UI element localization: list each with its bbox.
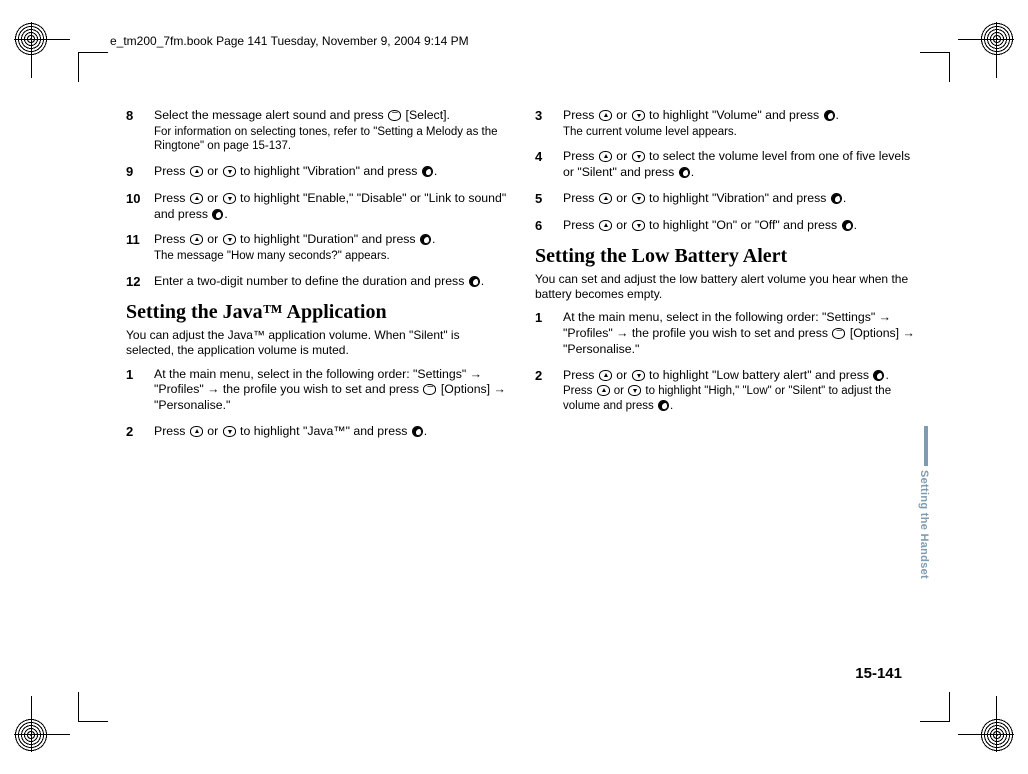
step-number: 8 xyxy=(126,108,154,154)
step-10: 10 Press or to highlight "Enable," "Disa… xyxy=(126,191,507,222)
manual-page: e_tm200_7fm.book Page 141 Tuesday, Novem… xyxy=(0,0,1028,774)
step-number: 1 xyxy=(535,310,563,357)
center-key-icon xyxy=(412,426,423,437)
step-11: 11 Press or to highlight "Duration" and … xyxy=(126,232,507,263)
up-key-icon xyxy=(190,166,203,177)
right-column: 3 Press or to highlight "Volume" and pre… xyxy=(535,108,916,668)
down-key-icon xyxy=(632,193,645,204)
crop-mark-icon xyxy=(78,692,108,722)
step-body: Press or to highlight "Vibration" and pr… xyxy=(154,164,507,181)
down-key-icon xyxy=(628,385,641,396)
step-body: Press or to highlight "On" or "Off" and … xyxy=(563,218,916,235)
down-key-icon xyxy=(223,166,236,177)
step-number: 6 xyxy=(535,218,563,235)
step-body: Press or to highlight "Java™" and press … xyxy=(154,424,507,441)
step-12: 12 Enter a two-digit number to define th… xyxy=(126,274,507,291)
step-5: 5 Press or to highlight "Vibration" and … xyxy=(535,191,916,208)
step-8: 8 Select the message alert sound and pre… xyxy=(126,108,507,154)
step-body: Press or to highlight "Vibration" and pr… xyxy=(563,191,916,208)
section-heading-low-battery: Setting the Low Battery Alert xyxy=(535,244,916,270)
page-content: 8 Select the message alert sound and pre… xyxy=(126,108,916,668)
center-key-icon xyxy=(469,276,480,287)
step-2: 2 Press or to highlight "Java™" and pres… xyxy=(126,424,507,441)
up-key-icon xyxy=(190,426,203,437)
crop-mark-icon xyxy=(920,692,950,722)
step-number: 1 xyxy=(126,367,154,414)
center-key-icon xyxy=(420,234,431,245)
up-key-icon xyxy=(190,234,203,245)
down-key-icon xyxy=(632,110,645,121)
section-heading-java: Setting the Java™ Application xyxy=(126,300,507,326)
side-tab-label: Setting the Handset xyxy=(918,470,930,579)
crop-mark-icon xyxy=(920,52,950,82)
step-body: Press or to select the volume level from… xyxy=(563,149,916,180)
step-number: 5 xyxy=(535,191,563,208)
down-key-icon xyxy=(632,220,645,231)
step-1: 1 At the main menu, select in the follow… xyxy=(535,310,916,357)
step-2: 2 Press or to highlight "Low battery ale… xyxy=(535,368,916,414)
registration-mark-icon xyxy=(958,696,1014,752)
step-body: At the main menu, select in the followin… xyxy=(563,310,916,357)
center-key-icon xyxy=(842,220,853,231)
up-key-icon xyxy=(599,151,612,162)
crop-mark-icon xyxy=(78,52,108,82)
center-key-icon xyxy=(658,400,669,411)
center-key-icon xyxy=(212,209,223,220)
step-body: Press or to highlight "Duration" and pre… xyxy=(154,232,507,263)
section-intro: You can adjust the Java™ application vol… xyxy=(126,328,507,359)
up-key-icon xyxy=(190,193,203,204)
step-note: Press or to highlight "High," "Low" or "… xyxy=(563,384,916,413)
up-key-icon xyxy=(599,220,612,231)
step-number: 9 xyxy=(126,164,154,181)
down-key-icon xyxy=(223,234,236,245)
section-side-tab: Setting the Handset xyxy=(914,426,928,606)
down-key-icon xyxy=(632,151,645,162)
center-key-icon xyxy=(873,370,884,381)
step-body: Select the message alert sound and press… xyxy=(154,108,507,154)
registration-mark-icon xyxy=(958,22,1014,78)
step-note: For information on selecting tones, refe… xyxy=(154,125,507,154)
document-header: e_tm200_7fm.book Page 141 Tuesday, Novem… xyxy=(110,28,918,52)
step-body: Press or to highlight "Low battery alert… xyxy=(563,368,916,414)
down-key-icon xyxy=(223,193,236,204)
softkey-icon xyxy=(832,328,845,339)
step-note: The current volume level appears. xyxy=(563,125,916,140)
step-body: Press or to highlight "Enable," "Disable… xyxy=(154,191,507,222)
left-column: 8 Select the message alert sound and pre… xyxy=(126,108,507,668)
step-number: 11 xyxy=(126,232,154,263)
step-body: Press or to highlight "Volume" and press… xyxy=(563,108,916,139)
step-9: 9 Press or to highlight "Vibration" and … xyxy=(126,164,507,181)
step-number: 4 xyxy=(535,149,563,180)
center-key-icon xyxy=(679,167,690,178)
step-body: At the main menu, select in the followin… xyxy=(154,367,507,414)
step-body: Enter a two-digit number to define the d… xyxy=(154,274,507,291)
step-note: The message "How many seconds?" appears. xyxy=(154,249,507,264)
down-key-icon xyxy=(223,426,236,437)
softkey-icon xyxy=(388,110,401,121)
section-intro: You can set and adjust the low battery a… xyxy=(535,272,916,303)
center-key-icon xyxy=(422,166,433,177)
step-number: 10 xyxy=(126,191,154,222)
step-number: 3 xyxy=(535,108,563,139)
down-key-icon xyxy=(632,370,645,381)
step-number: 2 xyxy=(126,424,154,441)
step-3: 3 Press or to highlight "Volume" and pre… xyxy=(535,108,916,139)
registration-mark-icon xyxy=(14,696,70,752)
document-header-text: e_tm200_7fm.book Page 141 Tuesday, Novem… xyxy=(110,29,918,53)
up-key-icon xyxy=(599,110,612,121)
step-6: 6 Press or to highlight "On" or "Off" an… xyxy=(535,218,916,235)
step-4: 4 Press or to select the volume level fr… xyxy=(535,149,916,180)
step-number: 2 xyxy=(535,368,563,414)
up-key-icon xyxy=(597,385,610,396)
page-number: 15-141 xyxy=(855,665,902,682)
center-key-icon xyxy=(824,110,835,121)
step-1: 1 At the main menu, select in the follow… xyxy=(126,367,507,414)
side-tab-marker xyxy=(924,426,928,466)
up-key-icon xyxy=(599,370,612,381)
softkey-icon xyxy=(423,384,436,395)
up-key-icon xyxy=(599,193,612,204)
step-number: 12 xyxy=(126,274,154,291)
center-key-icon xyxy=(831,193,842,204)
registration-mark-icon xyxy=(14,22,70,78)
